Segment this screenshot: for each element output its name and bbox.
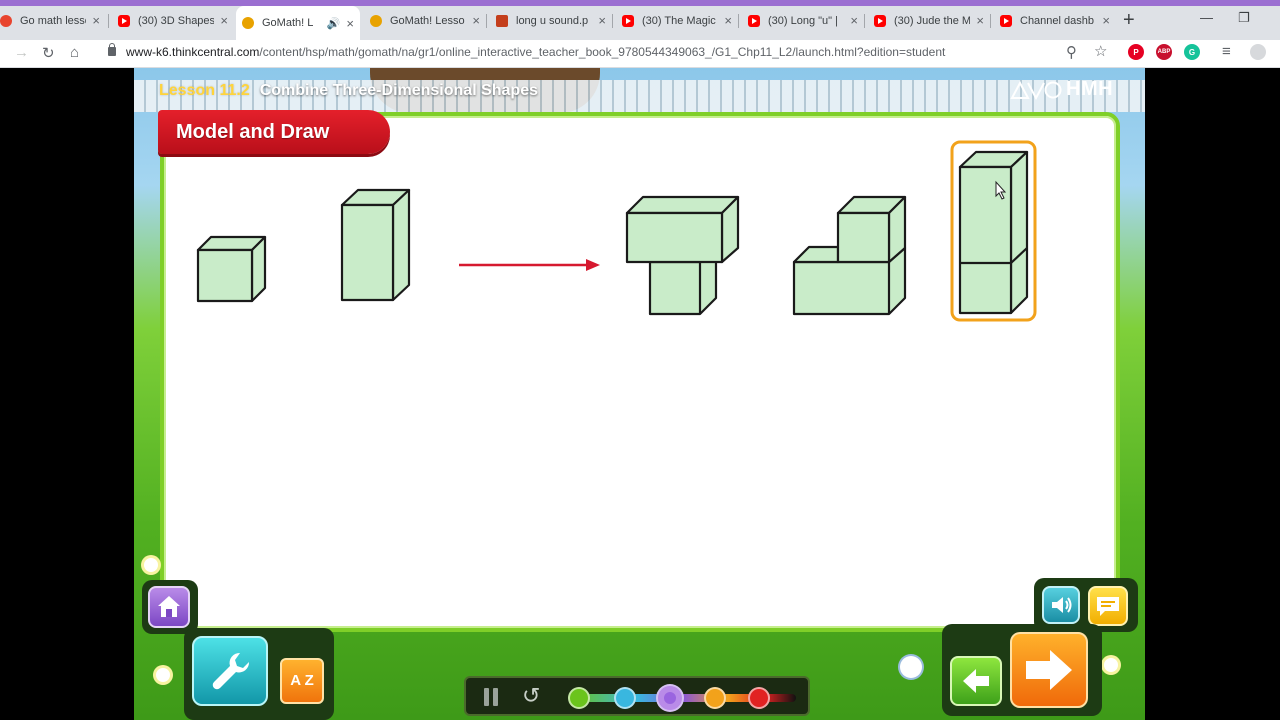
close-icon[interactable]: ×: [92, 13, 100, 28]
red-icon: [0, 14, 12, 27]
address-bar[interactable]: www-k6.thinkcentral.com/content/hsp/math…: [126, 45, 945, 59]
tools-button[interactable]: [192, 636, 268, 706]
lock-icon[interactable]: [108, 43, 116, 56]
close-icon[interactable]: ×: [976, 13, 984, 28]
tab-title: (30) The Magic: [642, 14, 716, 27]
tab-title: Go math lesso: [20, 14, 87, 27]
close-icon[interactable]: ×: [850, 13, 858, 28]
gomath-icon: [242, 17, 254, 29]
speaker-icon: [1052, 597, 1072, 613]
home-icon[interactable]: ⌂: [70, 44, 79, 61]
audio-button[interactable]: [1042, 586, 1080, 624]
combined-shape-l[interactable]: [792, 195, 907, 316]
home-icon: [158, 596, 180, 617]
flower-decoration: [904, 660, 918, 674]
minimize-icon[interactable]: —: [1200, 10, 1213, 25]
next-button[interactable]: [1010, 632, 1088, 708]
grammarly-icon[interactable]: G: [1184, 44, 1200, 60]
tab-title: Channel dashb: [1020, 14, 1095, 27]
tab-title: (30) Jude the M: [894, 14, 971, 27]
gomath-icon: [370, 14, 382, 27]
back-icon[interactable]: →: [14, 44, 29, 61]
tab-jude[interactable]: (30) Jude the M ×: [868, 8, 990, 33]
browser-toolbar: → ↻ ⌂ www-k6.thinkcentral.com/content/hs…: [0, 40, 1280, 68]
adblock-icon[interactable]: ABP: [1156, 44, 1172, 60]
browser-tab-strip: Go math lesso × (30) 3D Shapes × GoMath!…: [0, 0, 1280, 40]
progress-marker-green[interactable]: [568, 687, 590, 709]
tab-title: long u sound.p: [516, 14, 589, 27]
shapes-canvas: [196, 140, 1037, 322]
tab-title: GoMath! L: [262, 17, 314, 29]
youtube-icon: [118, 14, 130, 27]
caption-icon: [1097, 597, 1119, 616]
tab-title: (30) 3D Shapes: [138, 14, 215, 27]
combined-shape-t[interactable]: [625, 195, 740, 316]
tab-gomath-active[interactable]: GoMath! L 🔊 ×: [236, 6, 360, 40]
progress-marker-orange[interactable]: [704, 687, 726, 709]
audio-playing-icon[interactable]: 🔊: [327, 17, 341, 30]
arrow-left-icon: [963, 669, 989, 693]
close-icon[interactable]: ×: [472, 13, 480, 28]
tab-title: (30) Long "u" |: [768, 14, 838, 27]
tab-long-u[interactable]: (30) Long "u" | ×: [742, 8, 864, 33]
tab-title: GoMath! Lesso: [390, 14, 465, 27]
previous-button[interactable]: [950, 656, 1002, 706]
replay-icon[interactable]: ↺: [522, 683, 540, 709]
progress-marker-red[interactable]: [748, 687, 770, 709]
glossary-button[interactable]: A Z: [280, 658, 324, 704]
wrench-icon: [212, 652, 250, 690]
rectangular-prism-shape[interactable]: [340, 188, 411, 302]
arrow-right-icon: [1026, 650, 1072, 690]
new-tab-button[interactable]: +: [1123, 9, 1135, 32]
url-path: /content/hsp/math/gomath/na/gr1/online_i…: [259, 45, 946, 59]
glossary-label: A Z: [290, 672, 314, 689]
reload-icon[interactable]: ↻: [42, 44, 55, 62]
media-player: ↺: [464, 676, 810, 716]
captions-button[interactable]: [1088, 586, 1128, 626]
combine-arrow-icon: [459, 259, 600, 271]
reading-list-icon[interactable]: ≡: [1222, 43, 1231, 60]
youtube-icon: [748, 14, 760, 27]
pause-icon[interactable]: [482, 688, 500, 706]
bookmark-star-icon[interactable]: ☆: [1094, 42, 1107, 60]
tab-3d-shapes[interactable]: (30) 3D Shapes ×: [112, 8, 234, 33]
stacked-cubes-shape[interactable]: [950, 140, 1037, 322]
progress-current-marker[interactable]: [656, 684, 684, 712]
tab-gomath-lesson[interactable]: GoMath! Lesso ×: [364, 8, 486, 33]
close-icon[interactable]: ×: [1102, 13, 1110, 28]
youtube-icon: [622, 14, 634, 27]
home-button[interactable]: [148, 586, 190, 628]
close-icon[interactable]: ×: [220, 13, 228, 28]
progress-marker-blue[interactable]: [614, 687, 636, 709]
flower-decoration: [1104, 658, 1118, 672]
cube-shape[interactable]: [196, 235, 267, 303]
flower-decoration: [156, 668, 170, 682]
pinterest-icon[interactable]: P: [1128, 44, 1144, 60]
tab-the-magic[interactable]: (30) The Magic ×: [616, 8, 738, 33]
tab-go-math-lesson[interactable]: Go math lesso ×: [0, 8, 106, 33]
flower-decoration: [144, 558, 158, 572]
zoom-icon[interactable]: ⚲: [1066, 43, 1077, 61]
lesson-stage: Lesson 11.2 Combine Three-Dimensional Sha…: [134, 68, 1145, 720]
url-host: www-k6.thinkcentral.com: [126, 45, 260, 59]
close-icon[interactable]: ×: [346, 16, 354, 31]
youtube-icon: [874, 14, 886, 27]
tab-long-u-sound[interactable]: long u sound.p ×: [490, 8, 612, 33]
restore-icon[interactable]: ❐: [1238, 10, 1250, 26]
close-icon[interactable]: ×: [598, 13, 606, 28]
profile-avatar[interactable]: [1250, 44, 1266, 60]
tab-channel-dashboard[interactable]: Channel dashb ×: [994, 8, 1116, 33]
close-icon[interactable]: ×: [724, 13, 732, 28]
youtube-icon: [1000, 14, 1012, 27]
powerpoint-icon: [496, 14, 508, 27]
